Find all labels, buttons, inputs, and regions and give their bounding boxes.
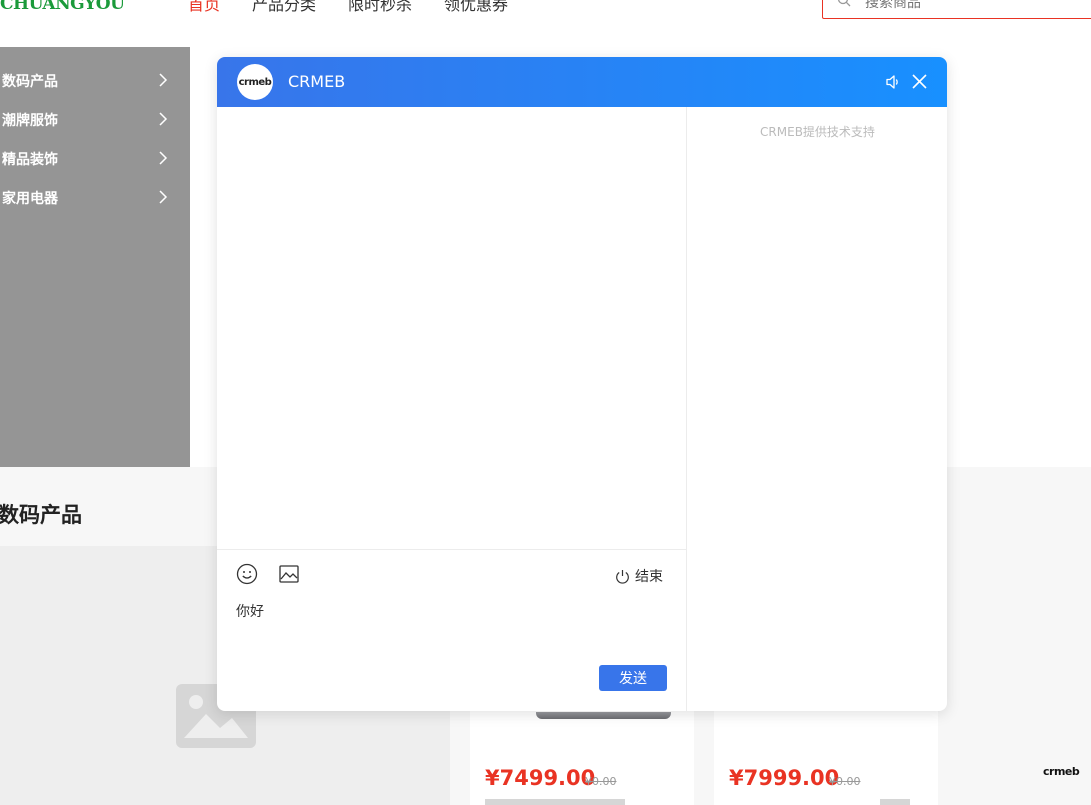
search-icon bbox=[837, 0, 851, 7]
product-old-price: ¥0.00 bbox=[585, 775, 617, 788]
chevron-right-icon bbox=[159, 190, 168, 204]
chevron-right-icon bbox=[159, 73, 168, 87]
product-image bbox=[536, 712, 671, 719]
section-title: 数码产品 bbox=[0, 503, 82, 527]
chat-main-panel: 结束 你好 发送 bbox=[217, 107, 687, 711]
category-item-fashion[interactable]: 潮牌服饰 bbox=[0, 100, 190, 139]
nav-flash-sale[interactable]: 限时秒杀 bbox=[348, 0, 412, 15]
category-label: 精品装饰 bbox=[2, 151, 58, 168]
category-menu: 数码产品 潮牌服饰 精品装饰 家用电器 bbox=[0, 47, 190, 467]
main-nav: 首页 产品分类 限时秒杀 领优惠券 bbox=[188, 0, 540, 15]
speaker-icon[interactable] bbox=[885, 74, 901, 90]
end-chat-label: 结束 bbox=[635, 569, 663, 585]
close-icon[interactable] bbox=[912, 74, 927, 89]
nav-categories[interactable]: 产品分类 bbox=[252, 0, 316, 15]
category-item-digital[interactable]: 数码产品 bbox=[0, 61, 190, 100]
search-box[interactable] bbox=[822, 0, 1091, 19]
site-logo[interactable]: CHUANGYOU bbox=[0, 0, 125, 14]
search-input[interactable] bbox=[865, 0, 1065, 11]
end-chat-button[interactable]: 结束 bbox=[615, 566, 663, 586]
product-old-price: ¥0.00 bbox=[829, 775, 861, 788]
category-label: 数码产品 bbox=[2, 73, 58, 90]
chat-title: CRMEB bbox=[288, 72, 346, 91]
category-item-decor[interactable]: 精品装饰 bbox=[0, 139, 190, 178]
chevron-right-icon bbox=[159, 112, 168, 126]
page: CHUANGYOU 首页 产品分类 限时秒杀 领优惠券 数码产品 潮牌服饰 精品… bbox=[0, 0, 1091, 805]
product-price: ¥7999.00 bbox=[729, 766, 840, 790]
power-icon bbox=[616, 569, 629, 584]
avatar: crmeb bbox=[237, 64, 273, 100]
chat-side-panel: CRMEB提供技术支持 bbox=[688, 107, 947, 711]
image-upload-icon[interactable] bbox=[279, 564, 299, 584]
support-text: CRMEB提供技术支持 bbox=[760, 125, 875, 139]
nav-home[interactable]: 首页 bbox=[188, 0, 220, 15]
send-button[interactable]: 发送 bbox=[599, 665, 667, 691]
emoji-icon[interactable] bbox=[236, 563, 258, 585]
category-label: 家用电器 bbox=[2, 190, 58, 207]
brand-logo[interactable]: crmeb bbox=[1043, 765, 1080, 778]
nav-coupons[interactable]: 领优惠券 bbox=[444, 0, 508, 15]
category-label: 潮牌服饰 bbox=[2, 112, 58, 129]
category-item-appliances[interactable]: 家用电器 bbox=[0, 178, 190, 217]
chevron-right-icon bbox=[159, 151, 168, 165]
chat-toolbar: 结束 bbox=[217, 550, 687, 600]
chat-window: crmeb CRMEB 结束 你好 发送 CRMEB提供技术支持 bbox=[217, 57, 947, 711]
chat-header: crmeb CRMEB bbox=[217, 57, 947, 107]
product-title bbox=[880, 799, 910, 805]
product-title bbox=[485, 799, 625, 805]
message-area[interactable] bbox=[217, 107, 687, 550]
chat-input[interactable]: 你好 bbox=[236, 601, 264, 621]
product-price: ¥7499.00 bbox=[485, 766, 596, 790]
